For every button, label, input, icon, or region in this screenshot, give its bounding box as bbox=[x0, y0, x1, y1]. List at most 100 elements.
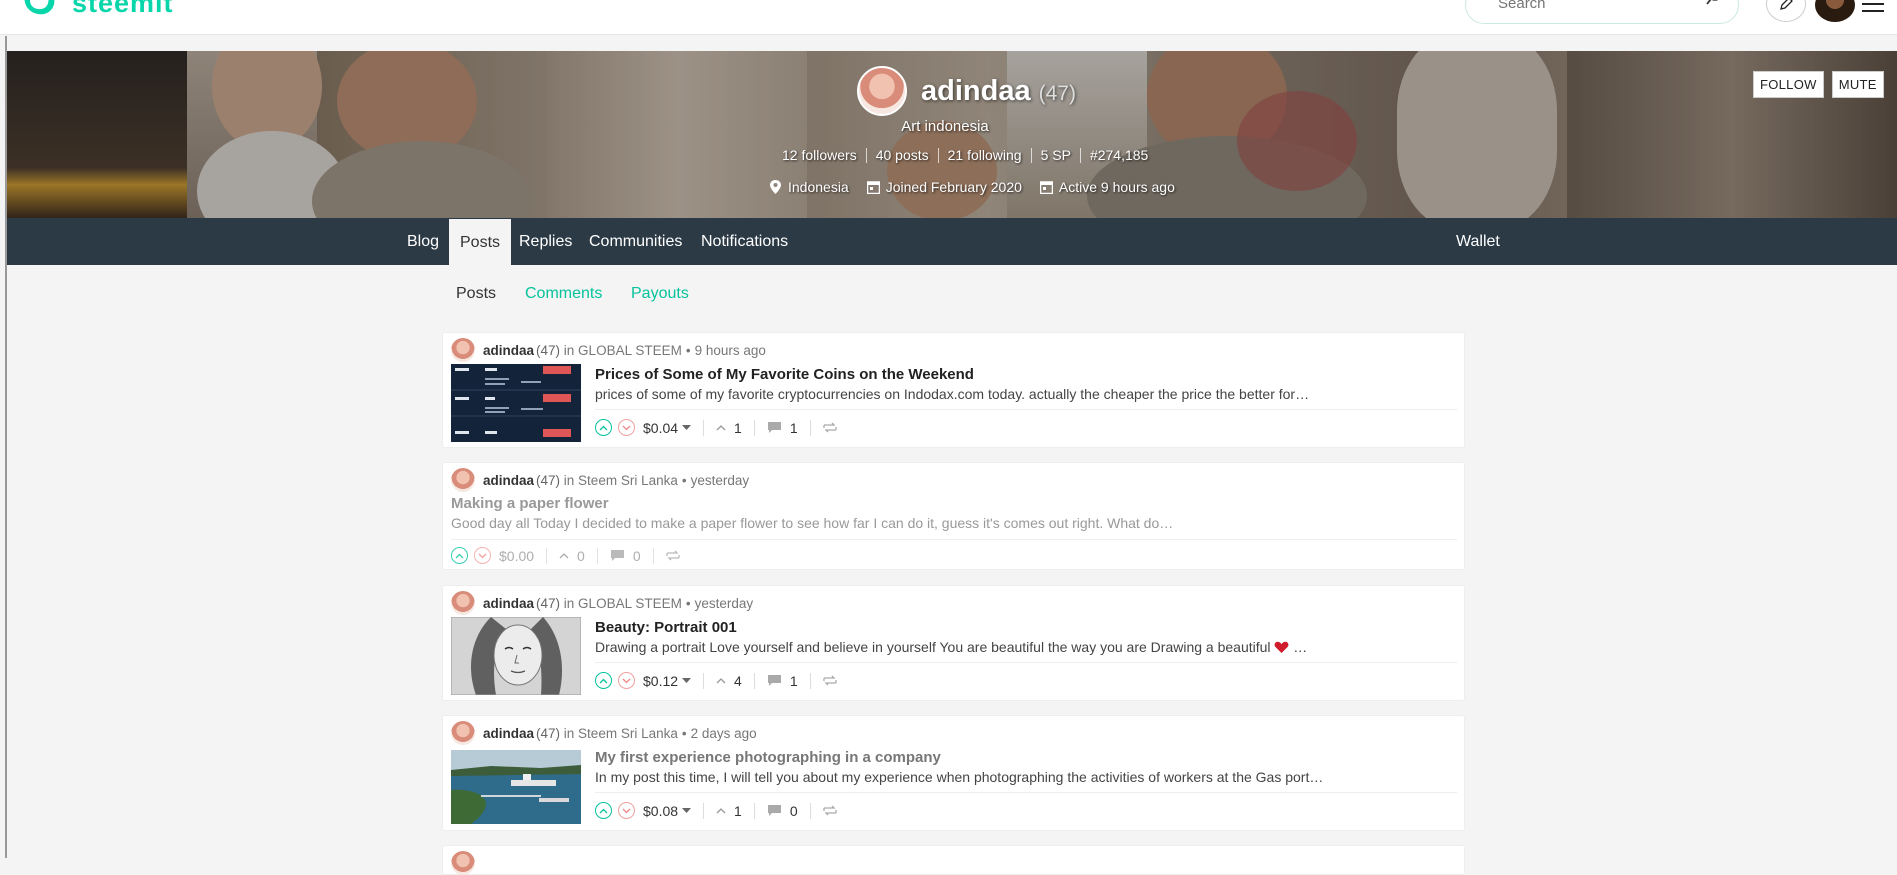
votes-count[interactable]: 0 bbox=[559, 548, 585, 564]
subtab-payouts[interactable]: Payouts bbox=[631, 285, 689, 303]
follow-actions: FOLLOW MUTE bbox=[1753, 71, 1884, 98]
payout-dropdown[interactable]: $0.08 bbox=[643, 803, 692, 819]
resteem-button[interactable] bbox=[822, 422, 837, 433]
post-time[interactable]: 2 days ago bbox=[691, 726, 757, 741]
author-name[interactable]: adindaa bbox=[483, 473, 534, 488]
post-community[interactable]: in Steem Sri Lanka bbox=[564, 473, 678, 488]
logo-text: steemit bbox=[72, 0, 174, 18]
post-thumbnail[interactable] bbox=[451, 750, 581, 824]
downvote-button[interactable] bbox=[474, 547, 491, 564]
post-time[interactable]: 9 hours ago bbox=[695, 343, 766, 358]
post-title[interactable]: Making a paper flower bbox=[451, 495, 609, 512]
post-time[interactable]: yesterday bbox=[695, 596, 754, 611]
comments-count[interactable]: 1 bbox=[767, 420, 798, 436]
author-name[interactable]: adindaa bbox=[483, 343, 534, 358]
author-avatar[interactable] bbox=[451, 721, 475, 745]
top-header: steemit bbox=[0, 0, 1897, 35]
post-title[interactable]: My first experience photographing in a c… bbox=[595, 749, 941, 766]
joined: Joined February 2020 bbox=[866, 179, 1022, 195]
post-card[interactable]: adindaa (47) in GLOBAL STEEM • 9 hours a… bbox=[442, 332, 1465, 448]
user-avatar[interactable] bbox=[1815, 0, 1855, 22]
profile-cover: adindaa (47) Art indonesia 12 followers 4… bbox=[7, 51, 1897, 218]
upvote-button[interactable] bbox=[595, 672, 612, 689]
steem-power: 5 SP bbox=[1032, 148, 1081, 163]
author-avatar[interactable] bbox=[451, 851, 475, 875]
tab-blog[interactable]: Blog bbox=[396, 218, 450, 265]
author-avatar[interactable] bbox=[451, 338, 475, 362]
votes-count[interactable]: 1 bbox=[716, 803, 742, 819]
mute-button[interactable]: MUTE bbox=[1831, 71, 1884, 98]
upvote-button[interactable] bbox=[595, 419, 612, 436]
post-title[interactable]: Prices of Some of My Favorite Coins on t… bbox=[595, 366, 974, 383]
hamburger-menu-icon[interactable] bbox=[1862, 0, 1884, 12]
chevron-up-icon bbox=[599, 425, 608, 430]
payout-dropdown[interactable]: $0.12 bbox=[643, 673, 692, 689]
author-avatar[interactable] bbox=[451, 468, 475, 492]
post-thumbnail[interactable] bbox=[451, 364, 581, 442]
search-box[interactable] bbox=[1465, 0, 1739, 24]
active-text: Active 9 hours ago bbox=[1058, 179, 1175, 195]
author-name[interactable]: adindaa bbox=[483, 596, 534, 611]
post-thumbnail[interactable] bbox=[451, 617, 581, 695]
post-excerpt[interactable]: prices of some of my favorite cryptocurr… bbox=[595, 386, 1309, 402]
search-icon[interactable] bbox=[1702, 0, 1726, 5]
post-card[interactable] bbox=[442, 845, 1465, 875]
tab-notifications[interactable]: Notifications bbox=[690, 218, 799, 265]
upvote-button[interactable] bbox=[595, 802, 612, 819]
downvote-button[interactable] bbox=[618, 672, 635, 689]
downvote-button[interactable] bbox=[618, 419, 635, 436]
comments-count[interactable]: 1 bbox=[767, 673, 798, 689]
steemit-logo[interactable]: steemit bbox=[20, 0, 174, 20]
posts-count: 40 posts bbox=[867, 148, 939, 163]
pencil-icon bbox=[1780, 0, 1793, 10]
post-footer: $0.08 1 0 bbox=[595, 802, 837, 819]
follow-button[interactable]: FOLLOW bbox=[1753, 71, 1824, 98]
payout-dropdown[interactable]: $0.04 bbox=[643, 420, 692, 436]
location-text: Indonesia bbox=[788, 179, 849, 195]
search-input[interactable] bbox=[1498, 0, 1678, 12]
tab-communities[interactable]: Communities bbox=[578, 218, 693, 265]
chevron-down-icon bbox=[622, 808, 631, 813]
upvote-button[interactable] bbox=[451, 547, 468, 564]
resteem-icon bbox=[665, 550, 680, 561]
post-card[interactable]: adindaa (47) in GLOBAL STEEM • yesterday… bbox=[442, 585, 1465, 701]
post-community[interactable]: in GLOBAL STEEM bbox=[564, 343, 682, 358]
tab-replies[interactable]: Replies bbox=[508, 218, 583, 265]
rank: #274,185 bbox=[1089, 147, 1149, 163]
author-avatar[interactable] bbox=[451, 591, 475, 615]
caret-down-icon bbox=[682, 424, 692, 430]
post-card[interactable]: adindaa (47) in Steem Sri Lanka • 2 days… bbox=[442, 715, 1465, 831]
comments-count[interactable]: 0 bbox=[767, 803, 798, 819]
downvote-button[interactable] bbox=[618, 802, 635, 819]
tab-wallet[interactable]: Wallet bbox=[1445, 218, 1511, 265]
votes-value: 0 bbox=[577, 547, 585, 564]
resteem-button[interactable] bbox=[822, 805, 837, 816]
chevron-up-icon bbox=[716, 425, 726, 431]
create-post-button[interactable] bbox=[1766, 0, 1806, 22]
followers-count[interactable]: 12 followers bbox=[773, 148, 867, 163]
author-name[interactable]: adindaa bbox=[483, 726, 534, 741]
chevron-up-icon bbox=[599, 678, 608, 683]
subtab-posts[interactable]: Posts bbox=[456, 285, 496, 303]
post-community[interactable]: in GLOBAL STEEM bbox=[564, 596, 682, 611]
resteem-button[interactable] bbox=[822, 675, 837, 686]
comments-count[interactable]: 0 bbox=[610, 548, 641, 564]
resteem-button[interactable] bbox=[665, 550, 680, 561]
following-count[interactable]: 21 following bbox=[939, 148, 1032, 163]
post-title[interactable]: Beauty: Portrait 001 bbox=[595, 619, 737, 636]
post-excerpt[interactable]: Drawing a portrait Love yourself and bel… bbox=[595, 639, 1307, 655]
joined-text: Joined February 2020 bbox=[885, 179, 1022, 195]
profile-about-text: Art indonesia bbox=[901, 118, 989, 135]
location-pin-icon bbox=[770, 180, 781, 194]
subtab-comments[interactable]: Comments bbox=[525, 285, 602, 303]
votes-count[interactable]: 4 bbox=[716, 673, 742, 689]
votes-count[interactable]: 1 bbox=[716, 420, 742, 436]
post-card[interactable]: adindaa (47) in Steem Sri Lanka • yester… bbox=[442, 462, 1465, 570]
post-excerpt[interactable]: In my post this time, I will tell you ab… bbox=[595, 769, 1323, 785]
post-excerpt[interactable]: Good day all Today I decided to make a p… bbox=[451, 515, 1173, 531]
tab-posts[interactable]: Posts bbox=[449, 219, 512, 265]
votes-value: 4 bbox=[734, 672, 742, 689]
post-time[interactable]: yesterday bbox=[691, 473, 750, 488]
post-excerpt-text: Drawing a portrait Love yourself and bel… bbox=[595, 639, 1271, 655]
post-community[interactable]: in Steem Sri Lanka bbox=[564, 726, 678, 741]
